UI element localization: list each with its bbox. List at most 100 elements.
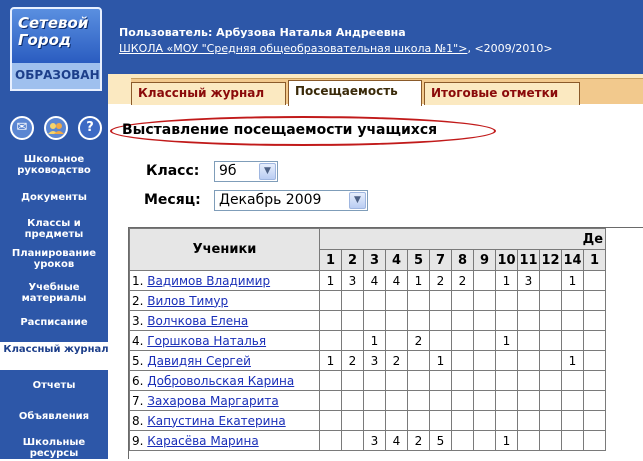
attendance-cell[interactable]: 4: [385, 270, 408, 291]
attendance-cell[interactable]: [473, 390, 496, 411]
attendance-cell[interactable]: 1: [495, 330, 518, 351]
attendance-cell[interactable]: 2: [451, 270, 474, 291]
attendance-cell[interactable]: [517, 290, 540, 311]
attendance-cell[interactable]: [539, 270, 562, 291]
student-name-link[interactable]: Горшкова Наталья: [147, 334, 266, 348]
student-name-link[interactable]: Добровольская Карина: [147, 374, 294, 388]
attendance-cell[interactable]: [582, 350, 607, 371]
attendance-cell[interactable]: [582, 430, 607, 451]
attendance-cell[interactable]: 1: [561, 350, 584, 371]
attendance-cell[interactable]: [582, 310, 607, 331]
attendance-cell[interactable]: [429, 410, 452, 431]
attendance-cell[interactable]: [561, 310, 584, 331]
attendance-cell[interactable]: [451, 430, 474, 451]
attendance-cell[interactable]: [495, 410, 518, 431]
sidebar-item[interactable]: Планирование уроков: [0, 248, 108, 272]
month-select[interactable]: Декабрь 2009 ▼: [214, 190, 368, 211]
attendance-cell[interactable]: [582, 410, 607, 431]
attendance-cell[interactable]: [495, 350, 518, 371]
student-name-link[interactable]: Вадимов Владимир: [147, 274, 270, 288]
attendance-cell[interactable]: 5: [429, 430, 452, 451]
attendance-cell[interactable]: [451, 310, 474, 331]
attendance-cell[interactable]: [385, 330, 408, 351]
attendance-cell[interactable]: [517, 370, 540, 391]
attendance-cell[interactable]: [385, 310, 408, 331]
attendance-cell[interactable]: [561, 410, 584, 431]
mail-icon[interactable]: ✉: [10, 116, 34, 140]
attendance-cell[interactable]: [473, 350, 496, 371]
attendance-cell[interactable]: [582, 270, 607, 291]
attendance-cell[interactable]: [582, 390, 607, 411]
sidebar-item[interactable]: Школьные ресурсы: [0, 437, 108, 461]
attendance-cell[interactable]: [407, 390, 430, 411]
attendance-cell[interactable]: [539, 430, 562, 451]
attendance-cell[interactable]: [473, 410, 496, 431]
student-name-link[interactable]: Карасёва Марина: [147, 434, 258, 448]
sidebar-item[interactable]: Учебные материалы: [0, 282, 108, 306]
attendance-cell[interactable]: 1: [363, 330, 386, 351]
attendance-cell[interactable]: [539, 370, 562, 391]
attendance-cell[interactable]: [363, 390, 386, 411]
attendance-cell[interactable]: [451, 350, 474, 371]
attendance-cell[interactable]: [561, 390, 584, 411]
attendance-cell[interactable]: 2: [429, 270, 452, 291]
attendance-cell[interactable]: [363, 290, 386, 311]
logo[interactable]: Сетевой Город ОБРАЗОВАНИЕ: [10, 7, 102, 101]
attendance-cell[interactable]: [319, 330, 342, 351]
sidebar-item[interactable]: Объявления: [0, 411, 108, 425]
attendance-cell[interactable]: [582, 330, 607, 351]
attendance-cell[interactable]: [407, 410, 430, 431]
attendance-cell[interactable]: [319, 390, 342, 411]
attendance-cell[interactable]: [407, 370, 430, 391]
sidebar-item[interactable]: Документы: [0, 192, 108, 206]
attendance-cell[interactable]: [341, 390, 364, 411]
attendance-cell[interactable]: [385, 290, 408, 311]
attendance-cell[interactable]: [495, 370, 518, 391]
attendance-cell[interactable]: [517, 350, 540, 371]
attendance-cell[interactable]: 4: [385, 430, 408, 451]
attendance-cell[interactable]: [473, 270, 496, 291]
attendance-cell[interactable]: 2: [385, 350, 408, 371]
attendance-cell[interactable]: 1: [561, 270, 584, 291]
attendance-cell[interactable]: [561, 430, 584, 451]
attendance-cell[interactable]: 3: [517, 270, 540, 291]
tab-class-journal[interactable]: Классный журнал: [131, 82, 286, 105]
attendance-cell[interactable]: [451, 370, 474, 391]
attendance-cell[interactable]: [561, 290, 584, 311]
attendance-cell[interactable]: [429, 370, 452, 391]
attendance-cell[interactable]: 3: [363, 350, 386, 371]
sidebar-item[interactable]: Расписание: [0, 317, 108, 331]
attendance-cell[interactable]: 1: [495, 270, 518, 291]
attendance-cell[interactable]: [429, 310, 452, 331]
sidebar-item[interactable]: Отчеты: [0, 380, 108, 394]
chevron-down-icon[interactable]: ▼: [349, 192, 366, 209]
attendance-cell[interactable]: [539, 310, 562, 331]
attendance-cell[interactable]: 1: [319, 350, 342, 371]
attendance-cell[interactable]: [429, 390, 452, 411]
attendance-cell[interactable]: [473, 370, 496, 391]
attendance-cell[interactable]: [429, 330, 452, 351]
attendance-cell[interactable]: 2: [407, 330, 430, 351]
attendance-cell[interactable]: [517, 330, 540, 351]
attendance-cell[interactable]: [385, 410, 408, 431]
attendance-cell[interactable]: [539, 350, 562, 371]
student-name-link[interactable]: Волчкова Елена: [147, 314, 248, 328]
attendance-cell[interactable]: [451, 290, 474, 311]
attendance-cell[interactable]: [319, 430, 342, 451]
sidebar-item[interactable]: Классный журнал: [0, 342, 112, 370]
attendance-cell[interactable]: 4: [363, 270, 386, 291]
attendance-cell[interactable]: [407, 290, 430, 311]
attendance-cell[interactable]: [539, 290, 562, 311]
attendance-cell[interactable]: [341, 330, 364, 351]
attendance-cell[interactable]: [473, 330, 496, 351]
attendance-cell[interactable]: 2: [341, 350, 364, 371]
attendance-cell[interactable]: [341, 410, 364, 431]
attendance-cell[interactable]: [363, 310, 386, 331]
attendance-cell[interactable]: [495, 390, 518, 411]
help-icon[interactable]: ?: [78, 116, 102, 140]
attendance-cell[interactable]: [319, 290, 342, 311]
attendance-cell[interactable]: 3: [363, 430, 386, 451]
sidebar-item[interactable]: Школьное руководство: [0, 154, 108, 178]
class-select[interactable]: 9б ▼: [214, 161, 278, 182]
attendance-cell[interactable]: [473, 430, 496, 451]
